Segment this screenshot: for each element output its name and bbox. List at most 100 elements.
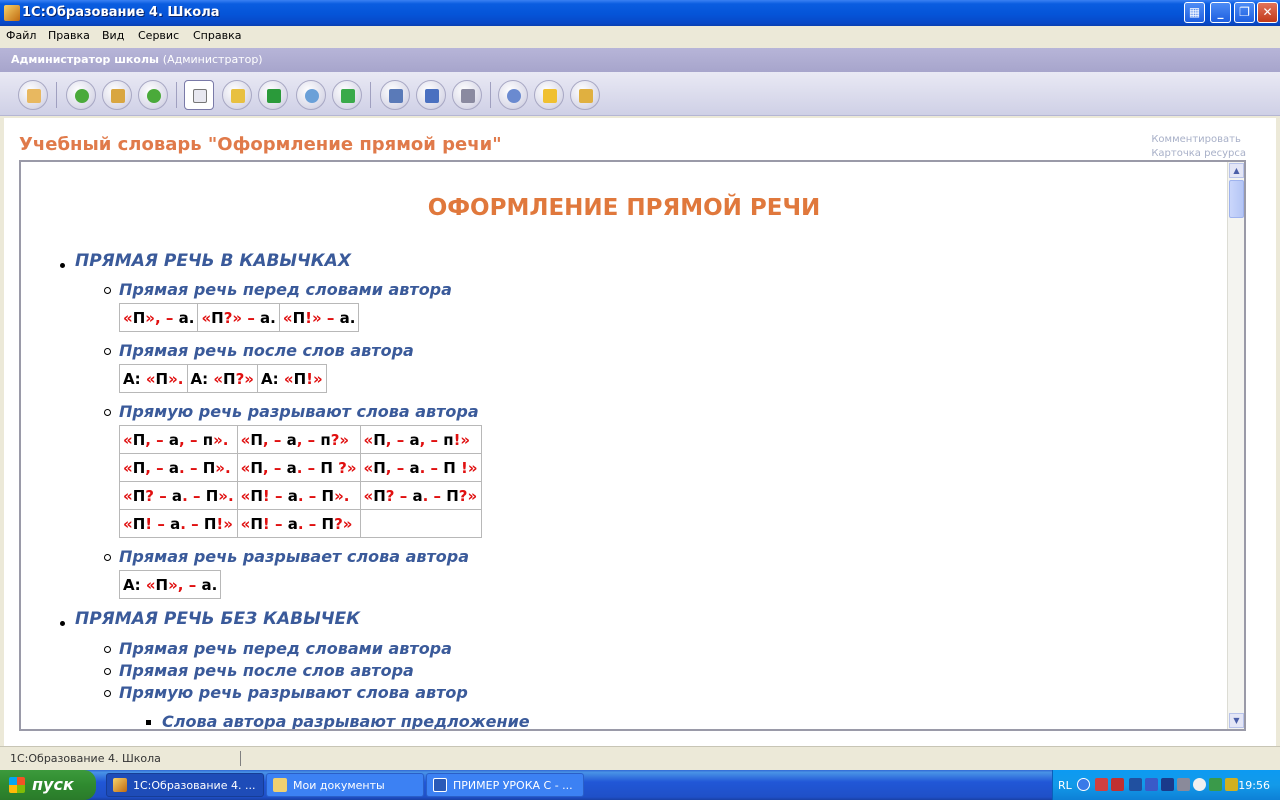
status-text: 1С:Образование 4. Школа <box>10 752 161 765</box>
menu-help[interactable]: Справка <box>193 29 241 42</box>
s2-title: Прямая речь после слов автора <box>119 341 414 360</box>
role-label: Администратор школы (Администратор) <box>11 53 263 66</box>
menu-file[interactable]: Файл <box>6 29 36 42</box>
tray-arrow-icon[interactable] <box>1077 778 1090 791</box>
toolbar-separator <box>176 82 177 108</box>
title-bar: 1С:Образование 4. Школа ▦ _ ❐ ✕ <box>0 0 1280 26</box>
table-cell: «П!» – а. <box>278 303 360 332</box>
table-row: «П», – а. «П?» – а. «П!» – а. <box>118 303 360 332</box>
exit-icon[interactable] <box>18 80 48 110</box>
home-icon[interactable] <box>102 80 132 110</box>
table-row: «П, – а, – п». «П, – а, – п?» «П, – а, –… <box>119 425 482 454</box>
task-my-documents[interactable]: Мои документы <box>266 773 424 797</box>
menu-view[interactable]: Вид <box>102 29 124 42</box>
toolbar-separator <box>56 82 57 108</box>
table-row: «П? – а. – П». «П! – а. – П». «П? – а. –… <box>119 481 482 510</box>
tray-usb-icon[interactable] <box>1129 778 1142 791</box>
table-cell: «П! – а. – П!» <box>119 509 238 538</box>
clock: 19:56 <box>1238 779 1270 792</box>
circle-bullet-icon <box>104 554 111 561</box>
refresh-icon[interactable] <box>258 80 288 110</box>
table-cell <box>359 509 482 538</box>
help-icon[interactable] <box>534 80 564 110</box>
role-sub: (Администратор) <box>162 53 263 66</box>
toolbar <box>0 72 1280 116</box>
table-cell: А: «П». <box>119 364 188 393</box>
s2-item-1: Прямая речь перед словами автора <box>119 639 452 658</box>
menu-bar: Файл Правка Вид Сервис Справка <box>0 26 1280 46</box>
table-cell: А: «П», – а. <box>118 570 222 599</box>
upload-icon[interactable] <box>332 80 362 110</box>
s2-item-2: Прямая речь после слов автора <box>119 661 414 680</box>
task-lesson-example[interactable]: ПРИМЕР УРОКА С - ... <box>426 773 584 797</box>
table-row: «П! – а. – П!» «П! – а. – П?» <box>119 509 482 538</box>
page-title: Учебный словарь "Оформление прямой речи" <box>19 134 502 155</box>
table-cell: «П? – а. – П». <box>119 481 238 510</box>
task-1c-education[interactable]: 1С:Образование 4. ... <box>106 773 264 797</box>
task-label: Мои документы <box>293 779 385 792</box>
toolbar-separator <box>490 82 491 108</box>
scroll-thumb[interactable] <box>1229 180 1244 218</box>
window-title: 1С:Образование 4. Школа <box>22 5 220 20</box>
role-bar: Администратор школы (Администратор) <box>0 48 1280 72</box>
table-cell: «П?» – а. <box>197 303 280 332</box>
table-cell: «П», – а. <box>118 303 199 332</box>
search-icon[interactable] <box>498 80 528 110</box>
menu-service[interactable]: Сервис <box>138 29 179 42</box>
circle-bullet-icon <box>104 690 111 697</box>
fit-icon[interactable] <box>380 80 410 110</box>
windows-flag-icon <box>9 777 25 793</box>
resource-card-link[interactable]: Карточка ресурса <box>1151 147 1246 161</box>
s3-title: Прямую речь разрывают слова автора <box>119 402 479 421</box>
table-cell: «П, – а, – п?» <box>236 425 361 454</box>
tray-network-icon[interactable] <box>1095 778 1108 791</box>
doc-heading: ОФОРМЛЕНИЕ ПРЯМОЙ РЕЧИ <box>427 195 821 221</box>
book-icon[interactable] <box>222 80 252 110</box>
forward-icon[interactable] <box>138 80 168 110</box>
table-cell: А: «П?» <box>186 364 259 393</box>
tray-antivirus-icon[interactable] <box>1111 778 1124 791</box>
table-cell: «П, – а. – П». <box>119 453 238 482</box>
table-row: А: «П», – а. <box>118 570 222 599</box>
start-button[interactable]: пуск <box>0 770 96 800</box>
circle-bullet-icon <box>104 287 111 294</box>
restore-button[interactable]: ❐ <box>1234 2 1255 23</box>
vertical-scrollbar[interactable]: ▲ ▼ <box>1227 162 1244 729</box>
comment-link[interactable]: Комментировать <box>1151 133 1246 147</box>
tray-volume-icon[interactable] <box>1225 778 1238 791</box>
language-indicator[interactable]: RL <box>1058 779 1072 792</box>
add-icon[interactable] <box>570 80 600 110</box>
table-cell: «П, – а, – п». <box>119 425 238 454</box>
taskbar: пуск 1С:Образование 4. ... Мои документы… <box>0 770 1280 800</box>
tray-app-icon[interactable] <box>1145 778 1158 791</box>
menu-edit[interactable]: Правка <box>48 29 90 42</box>
minimize-button[interactable]: _ <box>1210 2 1231 23</box>
role-name: Администратор школы <box>11 53 159 66</box>
grid-icon[interactable]: ▦ <box>1184 2 1205 23</box>
circle-bullet-icon <box>104 668 111 675</box>
tray-sync-icon[interactable] <box>1209 778 1222 791</box>
table-cell: «П! – а. – П». <box>236 481 361 510</box>
scroll-up-icon[interactable]: ▲ <box>1229 163 1244 178</box>
table-row: «П, – а. – П». «П, – а. – П ?» «П, – а. … <box>119 453 482 482</box>
scroll-down-icon[interactable]: ▼ <box>1229 713 1244 728</box>
s1-title: Прямая речь перед словами автора <box>119 280 452 299</box>
status-bar: 1С:Образование 4. Школа <box>0 746 1280 770</box>
close-button[interactable]: ✕ <box>1257 2 1278 23</box>
tray-clock-icon[interactable] <box>1193 778 1206 791</box>
circle-bullet-icon <box>104 348 111 355</box>
document-icon[interactable] <box>184 80 214 110</box>
folder-icon <box>273 778 287 792</box>
monitor-icon[interactable] <box>416 80 446 110</box>
table-cell: «П, – а. – П ?» <box>236 453 361 482</box>
attach-icon[interactable] <box>296 80 326 110</box>
task-label: 1С:Образование 4. ... <box>133 779 256 792</box>
print-icon[interactable] <box>452 80 482 110</box>
back-icon[interactable] <box>66 80 96 110</box>
s2-item-3: Прямую речь разрывают слова автор <box>119 683 468 702</box>
tray-printer-icon[interactable] <box>1177 778 1190 791</box>
task-label: ПРИМЕР УРОКА С - ... <box>453 779 573 792</box>
document-frame: ОФОРМЛЕНИЕ ПРЯМОЙ РЕЧИ ПРЯМАЯ РЕЧЬ В КАВ… <box>19 160 1246 731</box>
side-links: Комментировать Карточка ресурса <box>1151 133 1246 161</box>
tray-monitor-icon[interactable] <box>1161 778 1174 791</box>
